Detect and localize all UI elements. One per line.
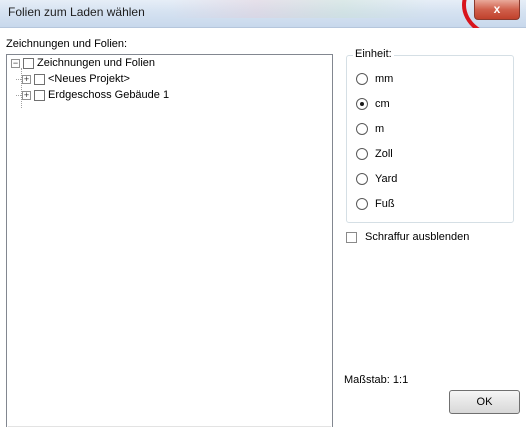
title-bar-glow xyxy=(170,0,430,18)
unit-option-mm[interactable]: mm xyxy=(356,72,393,86)
hatch-checkbox[interactable] xyxy=(346,231,357,243)
radio-mm[interactable] xyxy=(356,73,368,85)
unit-option-fuss[interactable]: Fuß xyxy=(356,197,395,211)
tree-node-neues-projekt-label: <Neues Projekt> xyxy=(48,73,130,85)
unit-option-label: m xyxy=(375,123,385,135)
radio-zoll[interactable] xyxy=(356,148,368,160)
unit-option-label: Fuß xyxy=(375,198,395,210)
collapse-icon[interactable]: − xyxy=(11,58,20,68)
dialog-body: Zeichnungen und Folien: − Zeichnungen un… xyxy=(0,28,526,427)
radio-fuss[interactable] xyxy=(356,198,368,210)
unit-option-m[interactable]: m xyxy=(356,122,384,136)
tree-node-erdgeschoss[interactable]: + Erdgeschoss Gebäude 1 xyxy=(16,87,169,103)
ok-button[interactable]: OK xyxy=(449,390,520,414)
tree-view[interactable]: − Zeichnungen und Folien + <Neues Projek… xyxy=(6,54,333,427)
unit-option-label: mm xyxy=(375,73,394,85)
hatch-option[interactable]: Schraffur ausblenden xyxy=(346,231,469,243)
unit-option-cm[interactable]: cm xyxy=(356,97,390,111)
tree-dots xyxy=(16,78,21,80)
unit-option-label: Zoll xyxy=(375,148,393,160)
tree-label: Zeichnungen und Folien: xyxy=(6,38,128,50)
title-bar: Folien zum Laden wählen x xyxy=(0,0,526,28)
unit-group-legend: Einheit: xyxy=(353,48,394,60)
expand-icon[interactable]: + xyxy=(22,90,31,100)
unit-option-label: Yard xyxy=(375,173,398,185)
unit-option-yard[interactable]: Yard xyxy=(356,172,397,186)
tree-node-erdgeschoss-label: Erdgeschoss Gebäude 1 xyxy=(48,89,170,101)
erdgeschoss-checkbox[interactable] xyxy=(34,89,45,101)
hatch-checkbox-label: Schraffur ausblenden xyxy=(365,231,470,243)
window-title: Folien zum Laden wählen xyxy=(8,5,145,19)
tree-dots xyxy=(16,94,21,96)
radio-m[interactable] xyxy=(356,123,368,135)
unit-option-label: cm xyxy=(375,98,390,110)
tree-node-neues-projekt[interactable]: + <Neues Projekt> xyxy=(16,71,130,87)
radio-yard[interactable] xyxy=(356,173,368,185)
neues-projekt-checkbox[interactable] xyxy=(34,73,45,85)
tree-node-root-label: Zeichnungen und Folien xyxy=(37,57,156,69)
tree-node-root[interactable]: − Zeichnungen und Folien xyxy=(11,55,155,71)
unit-option-zoll[interactable]: Zoll xyxy=(356,147,393,161)
root-checkbox[interactable] xyxy=(23,57,34,69)
scale-label: Maßstab: 1:1 xyxy=(344,374,409,386)
radio-cm[interactable] xyxy=(356,98,368,110)
expand-icon[interactable]: + xyxy=(22,74,31,84)
